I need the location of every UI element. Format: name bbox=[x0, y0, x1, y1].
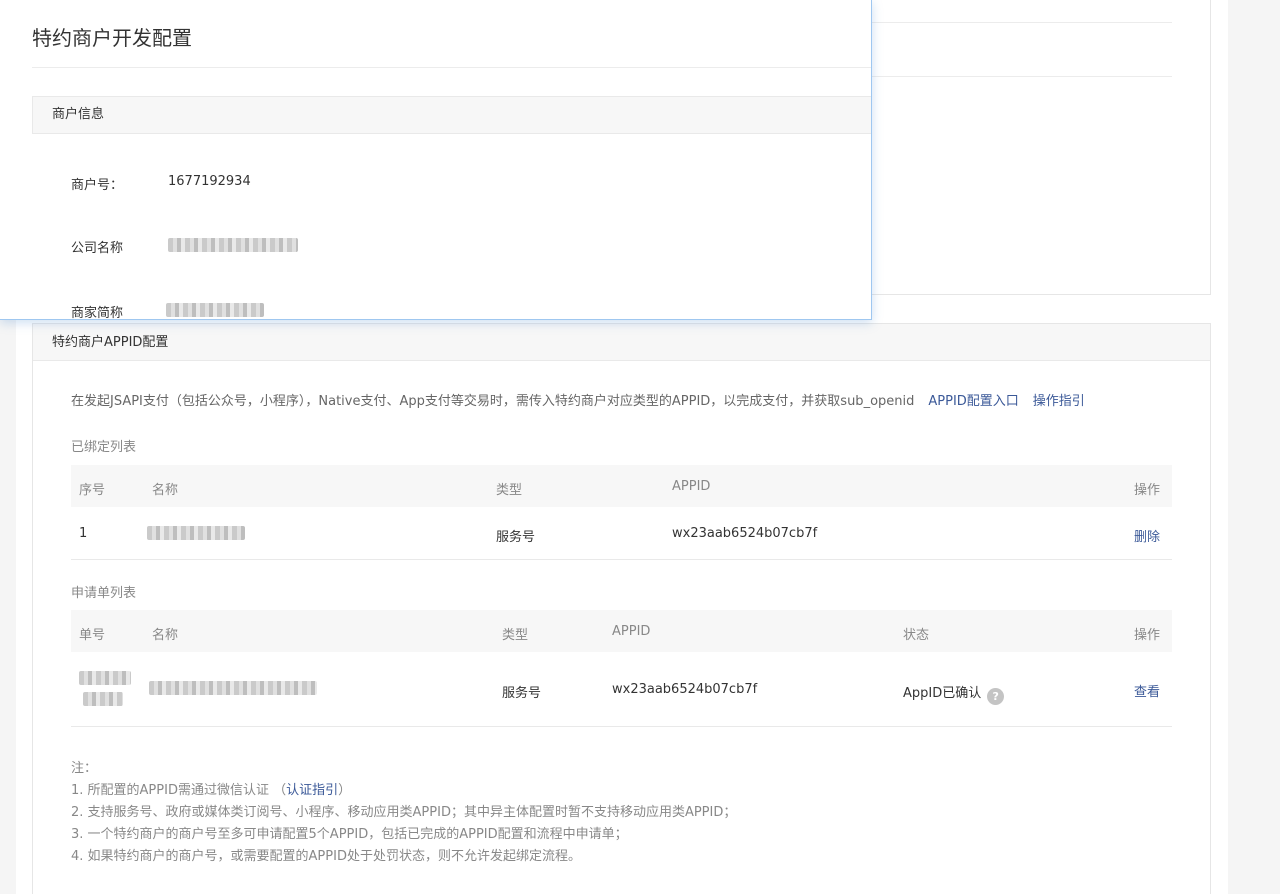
column-header: 类型 bbox=[496, 483, 523, 498]
appid-description: 在发起JSAPI支付（包括公众号，小程序），Native支付、App支付等交易时… bbox=[71, 390, 1085, 409]
row-appid: wx23aab6524b07cb7f bbox=[612, 682, 758, 697]
help-icon[interactable]: ? bbox=[987, 688, 1005, 705]
column-header: 序号 bbox=[79, 483, 106, 498]
appid-config-entry-link[interactable]: APPID配置入口 bbox=[928, 394, 1018, 409]
redacted-name bbox=[147, 526, 245, 540]
note-line: 2. 支持服务号、政府或媒体类订阅号、小程序、移动应用类APPID；其中异主体配… bbox=[71, 805, 737, 820]
row-appid: wx23aab6524b07cb7f bbox=[672, 526, 818, 541]
appid-config-panel: 特约商户APPID配置 在发起JSAPI支付（包括公众号，小程序），Native… bbox=[32, 323, 1211, 894]
redacted-name bbox=[149, 681, 317, 695]
merchant-id-label: 商户号： bbox=[71, 178, 124, 193]
appid-description-text: 在发起JSAPI支付（包括公众号，小程序），Native支付、App支付等交易时… bbox=[71, 394, 915, 409]
row-type: 服务号 bbox=[502, 686, 542, 701]
bound-table-header: 序号 名称 类型 APPID 操作 bbox=[71, 465, 1172, 507]
dialog-divider bbox=[32, 67, 871, 68]
note-text: 1. 所配置的APPID需通过微信认证 （ bbox=[71, 783, 287, 798]
merchant-short-name-label: 商家简称 bbox=[71, 306, 124, 320]
column-header: 名称 bbox=[152, 628, 179, 643]
bound-list-title: 已绑定列表 bbox=[71, 440, 137, 455]
redacted-order-no bbox=[83, 692, 123, 706]
merchant-config-dialog: 特约商户开发配置 商户信息 商户号： 1677192934 公司名称 商家简称 bbox=[0, 0, 872, 320]
view-link[interactable]: 查看 bbox=[1134, 681, 1160, 700]
note-line: 3. 一个特约商户的商户号至多可申请配置5个APPID，包括已完成的APPID配… bbox=[71, 827, 628, 842]
status-text: AppID已确认 bbox=[903, 686, 982, 701]
column-header: 单号 bbox=[79, 628, 106, 643]
notes-block: 注： 1. 所配置的APPID需通过微信认证 （认证指引） 2. 支持服务号、政… bbox=[71, 758, 736, 868]
delete-link[interactable]: 删除 bbox=[1134, 526, 1160, 545]
operation-guide-link[interactable]: 操作指引 bbox=[1033, 394, 1085, 409]
column-header: 类型 bbox=[502, 628, 529, 643]
column-header: APPID bbox=[672, 479, 711, 494]
certification-guide-link[interactable]: 认证指引 bbox=[286, 783, 338, 798]
merchant-id-value: 1677192934 bbox=[168, 174, 251, 189]
note-line: 4. 如果特约商户的商户号，或需要配置的APPID处于处罚状态，则不允许发起绑定… bbox=[71, 849, 581, 864]
table-row: 1 服务号 wx23aab6524b07cb7f 删除 bbox=[71, 507, 1172, 560]
merchant-info-section-title: 商户信息 bbox=[32, 96, 871, 134]
appid-panel-title: 特约商户APPID配置 bbox=[33, 324, 1210, 361]
background-divider bbox=[872, 22, 1172, 23]
column-header: 状态 bbox=[903, 628, 930, 643]
apply-table-header: 单号 名称 类型 APPID 状态 操作 bbox=[71, 610, 1172, 652]
column-header: 操作 bbox=[1134, 628, 1161, 643]
company-name-label: 公司名称 bbox=[71, 241, 124, 256]
row-status: AppID已确认? bbox=[903, 682, 1005, 705]
column-header: 操作 bbox=[1134, 483, 1161, 498]
redacted-short-name bbox=[166, 303, 264, 317]
row-type: 服务号 bbox=[496, 530, 536, 545]
apply-list-title: 申请单列表 bbox=[71, 586, 137, 601]
redacted-company-name bbox=[168, 238, 298, 252]
note-line: 1. 所配置的APPID需通过微信认证 （认证指引） bbox=[71, 780, 736, 802]
dialog-title: 特约商户开发配置 bbox=[32, 26, 192, 50]
table-row: 服务号 wx23aab6524b07cb7f AppID已确认? 查看 bbox=[71, 652, 1172, 727]
redacted-order-no bbox=[79, 671, 131, 685]
column-header: APPID bbox=[612, 624, 651, 639]
notes-heading: 注： bbox=[71, 761, 98, 776]
background-divider bbox=[872, 76, 1172, 77]
page-right-margin bbox=[1228, 0, 1280, 894]
note-text: ） bbox=[338, 783, 352, 798]
row-index: 1 bbox=[79, 526, 88, 541]
column-header: 名称 bbox=[152, 483, 179, 498]
